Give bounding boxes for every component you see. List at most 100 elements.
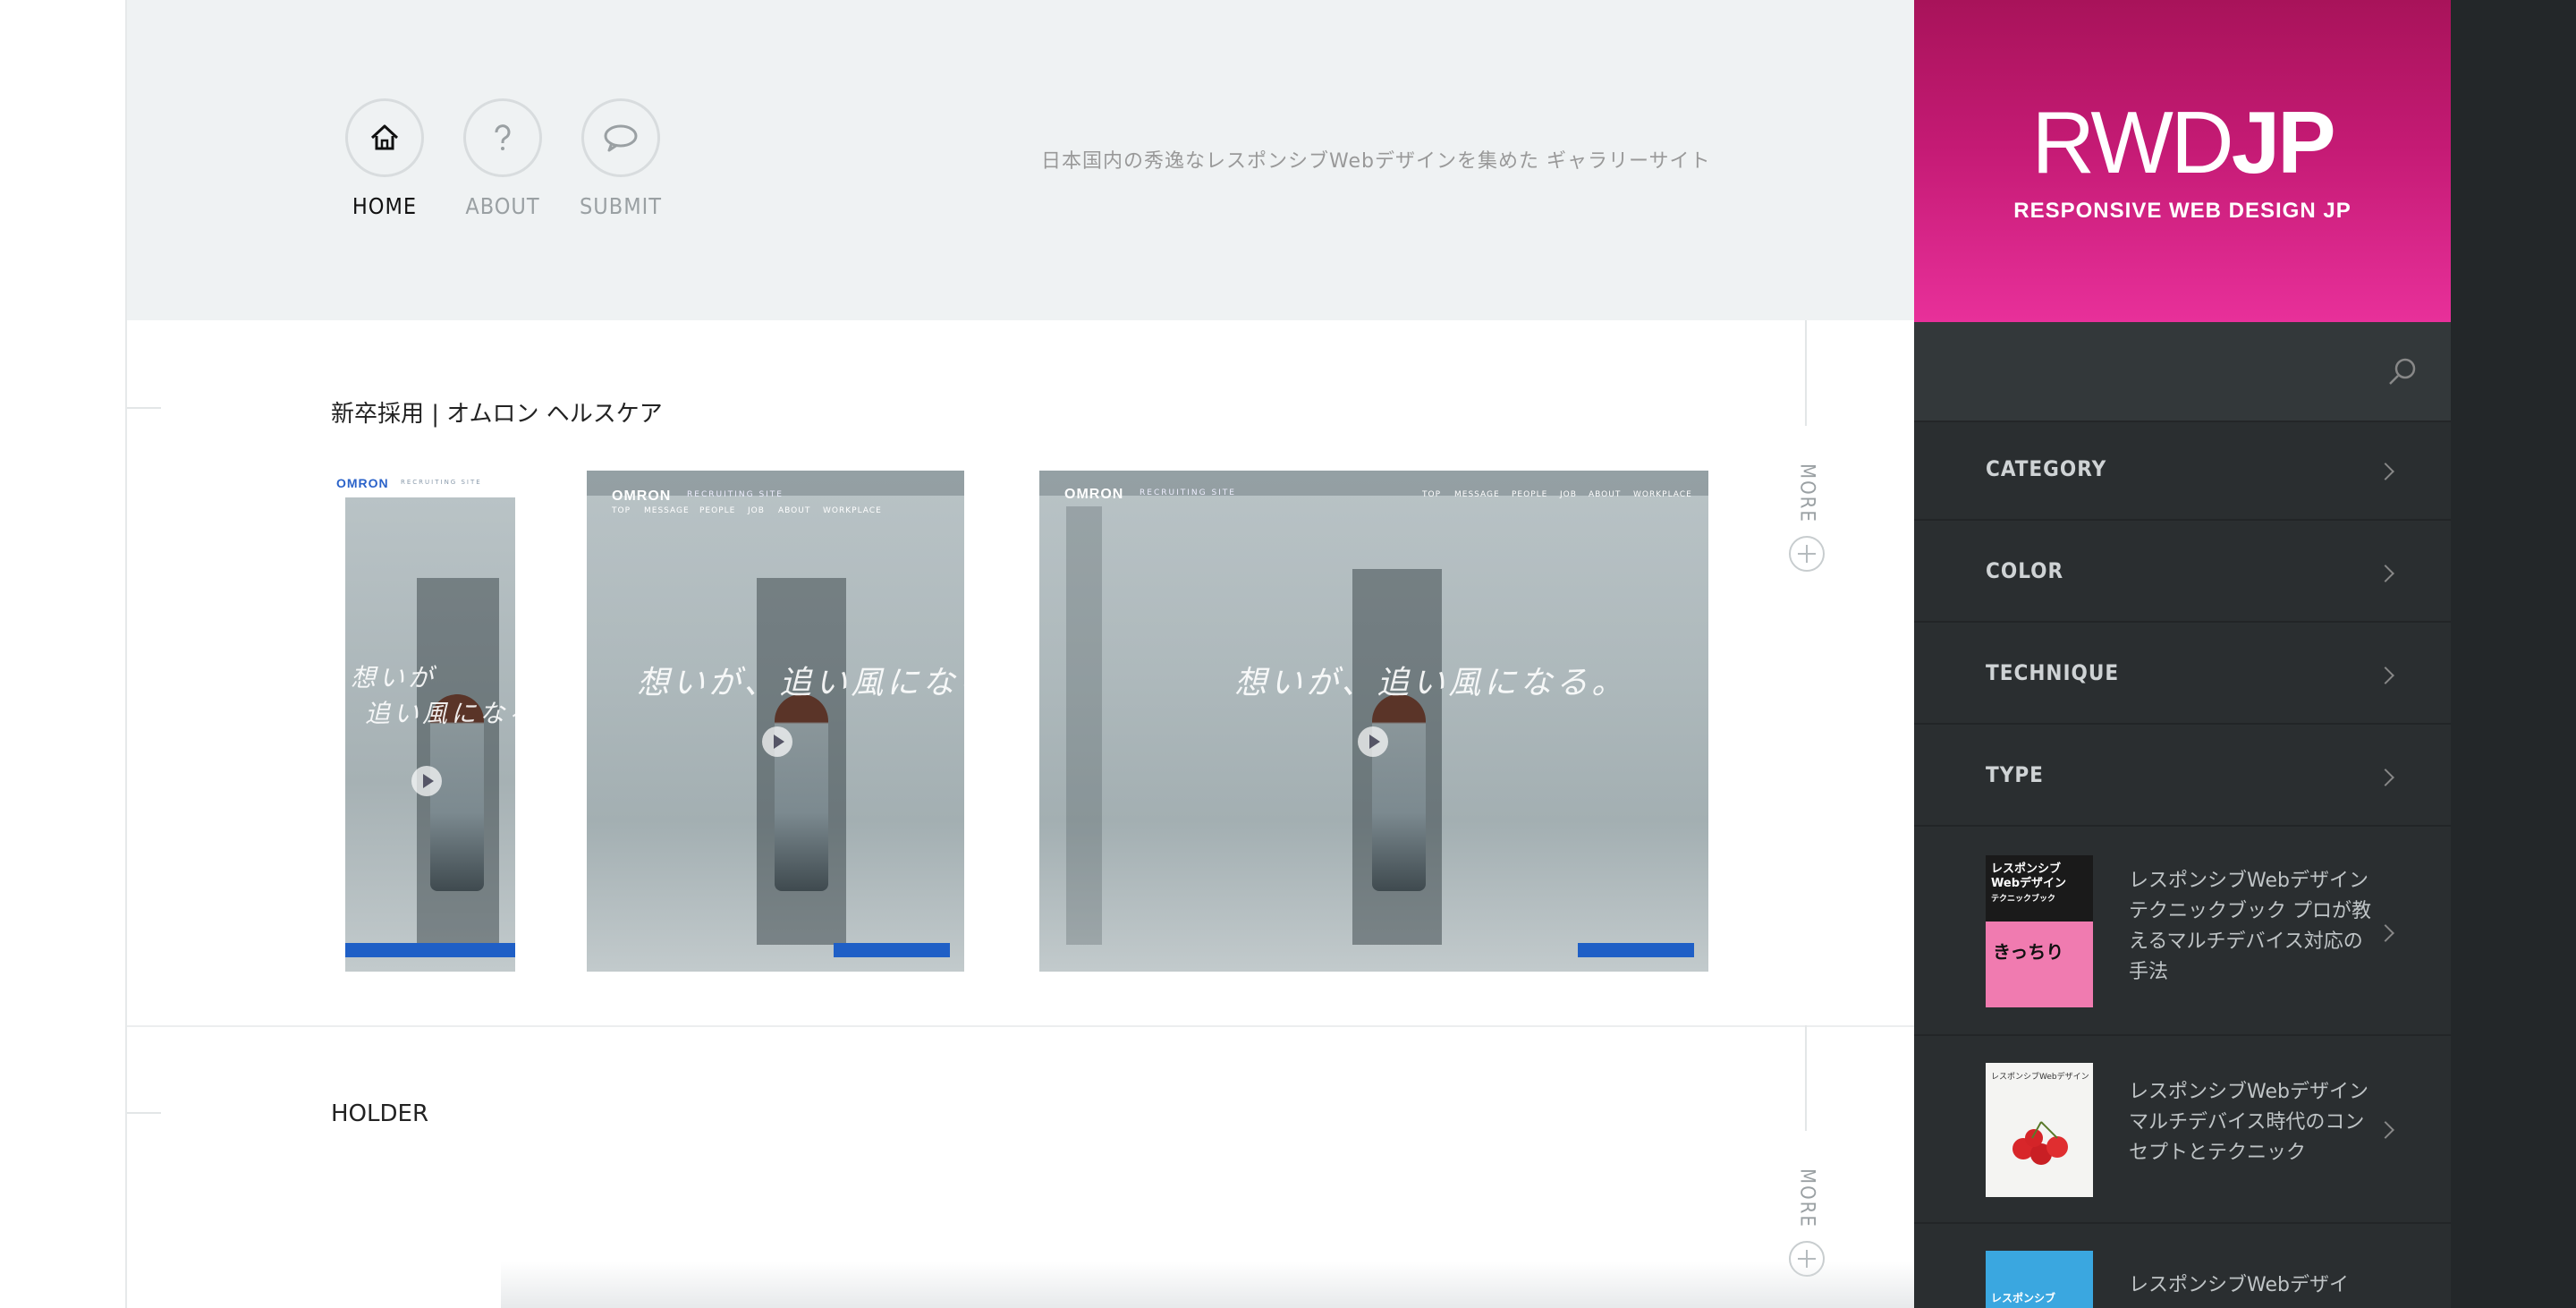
chevron-right-icon — [2377, 463, 2394, 480]
entry-title[interactable]: 新卒採用 | オムロン ヘルスケア — [331, 395, 663, 429]
search-icon[interactable] — [2386, 356, 2419, 392]
book-cover: レスポンシブ — [1986, 1251, 2093, 1308]
book-item[interactable]: レスポンシブWebデザイン レスポンシブWebデザイン マルチデバイス時代のコン… — [1914, 1036, 2451, 1224]
menu-color[interactable]: COLOR — [1914, 522, 2451, 623]
nav-submit[interactable]: SUBMIT — [567, 98, 674, 219]
menu-category-label: CATEGORY — [1986, 456, 2107, 481]
site-nav-people: PEOPLE — [699, 506, 736, 515]
entry-bar — [345, 943, 515, 957]
chevron-right-icon — [2377, 924, 2394, 942]
mobile-hero: 想いが 追い風になる。 — [345, 497, 515, 972]
menu-color-label: COLOR — [1986, 558, 2064, 583]
site-logo[interactable]: RWDJP RESPONSIVE WEB DESIGN JP — [1914, 0, 2451, 322]
site-nav-about: ABOUT — [1589, 490, 1622, 499]
book-title: レスポンシブWebデザイ — [2129, 1274, 2349, 1296]
site-nav-message: MESSAGE — [644, 506, 690, 515]
chevron-right-icon — [2377, 769, 2394, 786]
recruit-subtitle: RECRUITING SITE — [401, 479, 482, 486]
entry-bar — [1578, 943, 1694, 957]
play-icon — [1358, 726, 1388, 757]
cover-line: レスポンシブ — [1991, 1292, 2056, 1304]
site-nav-people: PEOPLE — [1512, 490, 1548, 499]
chevron-right-icon — [2377, 565, 2394, 582]
menu-technique[interactable]: TECHNIQUE — [1914, 624, 2451, 725]
entry-bar — [834, 943, 950, 957]
more-label: MORE — [1795, 1168, 1818, 1228]
menu-technique-label: TECHNIQUE — [1986, 660, 2120, 685]
play-icon — [411, 766, 442, 796]
more-button[interactable]: MORE — [1786, 463, 1827, 572]
logo-light: RWD — [2031, 93, 2233, 191]
nav-home-label: HOME — [352, 193, 418, 219]
chevron-right-icon — [2377, 1121, 2394, 1139]
nav-home[interactable]: HOME — [331, 98, 438, 219]
section-divider-line — [1805, 320, 1807, 426]
play-icon — [762, 726, 792, 757]
omron-logo: OMRON — [336, 476, 389, 490]
search-input[interactable] — [1950, 349, 2365, 395]
person-figure — [775, 694, 828, 891]
book-cover: レスポンシブWebデザイン — [1986, 1063, 2093, 1197]
hero-copy: 想いが、追い風になる。 — [1234, 665, 1628, 701]
cover-line: レスポンシブWebデザイン — [1991, 1073, 2089, 1082]
section-tick — [127, 407, 161, 409]
site-nav-top: TOP — [1422, 490, 1442, 499]
cover-line: レスポンシブ — [1991, 862, 2062, 876]
home-icon — [345, 98, 424, 177]
cover-line: きっちり — [1993, 941, 2064, 963]
omron-logo: OMRON — [612, 488, 672, 504]
site-nav-job: JOB — [748, 506, 765, 515]
site-nav-job: JOB — [1560, 490, 1577, 499]
book-item[interactable]: レスポンシブ レスポンシブWebデザイ — [1914, 1224, 2451, 1308]
hero-copy-line1: 想いが — [351, 663, 437, 692]
section-divider-line — [1805, 1025, 1807, 1131]
book-cover-pink-panel: きっちり — [1986, 922, 2093, 1007]
book-item[interactable]: レスポンシブ Webデザインテクニックブック きっちり レスポンシブWebデザイン… — [1914, 828, 2451, 1036]
left-gutter — [0, 0, 127, 1308]
book-title: レスポンシブWebデザインテクニックブック プロが教えるマルチデバイス対応の手法 — [2129, 870, 2371, 983]
cherries-illustration — [2012, 1121, 2068, 1165]
logo-subtitle: RESPONSIVE WEB DESIGN JP — [2013, 199, 2351, 223]
nav-submit-label: SUBMIT — [580, 193, 662, 219]
recruit-subtitle: RECRUITING SITE — [687, 490, 784, 499]
plus-icon — [1789, 535, 1825, 572]
cover-line: テクニックブック — [1991, 895, 2056, 904]
chevron-right-icon — [2377, 667, 2394, 684]
hero-copy: 想いが、追い風になる。 — [637, 665, 964, 701]
screenshot-desktop[interactable]: OMRON RECRUITING SITE TOP MESSAGE PEOPLE… — [1039, 471, 1708, 972]
column — [1066, 506, 1102, 945]
site-nav-about: ABOUT — [778, 506, 811, 515]
logo-wordmark: RWDJP — [2031, 98, 2335, 186]
header: HOME ABOUT SUBMIT 日本国内の秀逸なレスポンシブWebデザインを… — [127, 0, 1916, 320]
menu-type-label: TYPE — [1986, 762, 2044, 787]
more-label: MORE — [1795, 463, 1818, 523]
section-tick — [127, 1112, 161, 1114]
question-icon — [463, 98, 542, 177]
omron-logo: OMRON — [1064, 487, 1124, 502]
person-figure — [1372, 694, 1426, 891]
site-nav-workplace: WORKPLACE — [823, 506, 882, 515]
nav-about[interactable]: ABOUT — [449, 98, 556, 219]
book-title: レスポンシブWebデザイン マルチデバイス時代のコンセプトとテクニック — [2129, 1081, 2368, 1164]
sidebar: RWDJP RESPONSIVE WEB DESIGN JP CATEGORY … — [1914, 0, 2451, 1308]
entry-title[interactable]: HOLDER — [331, 1100, 428, 1127]
speech-bubble-icon — [581, 98, 660, 177]
hero-copy-line2: 追い風になる。 — [365, 699, 515, 728]
more-button[interactable]: MORE — [1786, 1168, 1827, 1277]
site-nav-workplace: WORKPLACE — [1633, 490, 1692, 499]
screenshot-tablet[interactable]: OMRON RECRUITING SITE TOP MESSAGE PEOPLE… — [587, 471, 964, 972]
site-tagline: 日本国内の秀逸なレスポンシブWebデザインを集めた ギャラリーサイト — [1041, 150, 1711, 173]
bottom-fade — [501, 1261, 1914, 1308]
nav-about-label: ABOUT — [465, 193, 540, 219]
recruit-subtitle: RECRUITING SITE — [1140, 488, 1236, 497]
logo-bold: JP — [2231, 93, 2336, 191]
cover-line: Webデザイン — [1991, 877, 2066, 890]
site-nav-top: TOP — [612, 506, 631, 515]
main-content: HOME ABOUT SUBMIT 日本国内の秀逸なレスポンシブWebデザインを… — [127, 0, 1916, 1308]
book-cover: レスポンシブ Webデザインテクニックブック きっちり — [1986, 855, 2093, 1007]
book-cover-text: レスポンシブ Webデザインテクニックブック — [1991, 862, 2088, 906]
menu-category[interactable]: CATEGORY — [1914, 420, 2451, 521]
screenshot-mobile[interactable]: OMRON RECRUITING SITE 想いが 追い風になる。 — [331, 471, 515, 972]
menu-type[interactable]: TYPE — [1914, 726, 2451, 827]
search-bar — [1914, 322, 2451, 422]
